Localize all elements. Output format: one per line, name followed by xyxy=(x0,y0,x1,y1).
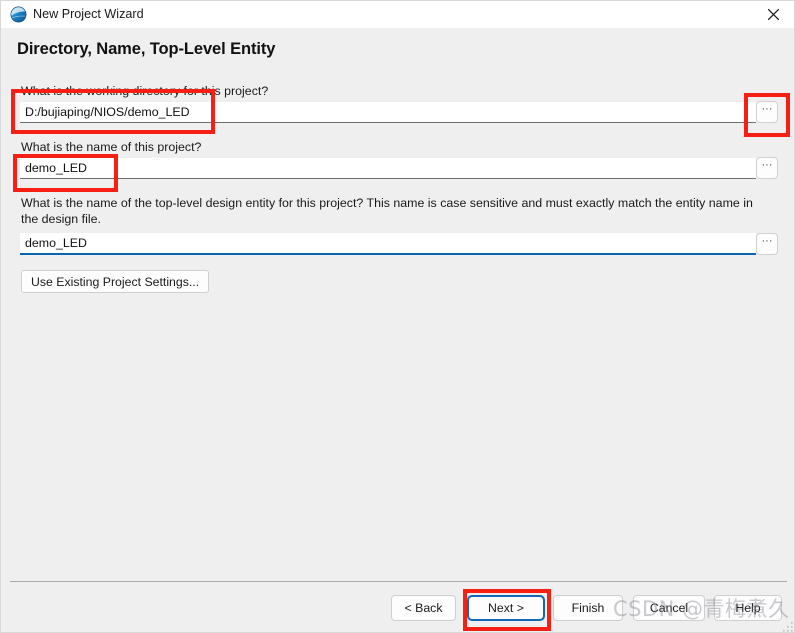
cancel-button[interactable]: Cancel xyxy=(633,595,705,621)
page-title: Directory, Name, Top-Level Entity xyxy=(17,40,276,58)
next-button[interactable]: Next > xyxy=(467,595,545,621)
close-button[interactable] xyxy=(750,1,794,28)
working-directory-label: What is the working directory for this p… xyxy=(21,84,269,98)
footer-separator xyxy=(10,581,787,582)
ellipsis-icon: ··· xyxy=(761,235,773,247)
help-button[interactable]: Help xyxy=(714,595,782,621)
top-level-entity-input[interactable] xyxy=(20,233,756,255)
working-directory-browse-button[interactable]: ··· xyxy=(756,101,778,123)
resize-grip[interactable] xyxy=(782,620,794,632)
finish-button[interactable]: Finish xyxy=(553,595,623,621)
form-content: What is the working directory for this p… xyxy=(1,69,794,581)
back-button[interactable]: < Back xyxy=(391,595,456,621)
close-icon xyxy=(767,8,780,21)
working-directory-input[interactable] xyxy=(20,102,756,123)
header-band: Directory, Name, Top-Level Entity xyxy=(1,28,794,69)
ellipsis-icon: ··· xyxy=(761,159,773,171)
globe-sphere-icon xyxy=(10,6,27,23)
ellipsis-icon: ··· xyxy=(761,103,773,115)
project-name-label: What is the name of this project? xyxy=(21,140,202,154)
dialog-footer: < Back Next > Finish Cancel Help xyxy=(1,581,794,632)
top-level-entity-browse-button[interactable]: ··· xyxy=(756,233,778,255)
new-project-wizard-dialog: New Project Wizard Directory, Name, Top-… xyxy=(0,0,795,633)
use-existing-project-settings-button[interactable]: Use Existing Project Settings... xyxy=(21,270,210,293)
project-name-browse-button[interactable]: ··· xyxy=(756,157,778,179)
top-level-entity-label: What is the name of the top-level design… xyxy=(21,196,753,226)
window-title: New Project Wizard xyxy=(33,7,144,21)
project-name-input[interactable] xyxy=(20,158,756,179)
title-bar: New Project Wizard xyxy=(1,1,794,29)
